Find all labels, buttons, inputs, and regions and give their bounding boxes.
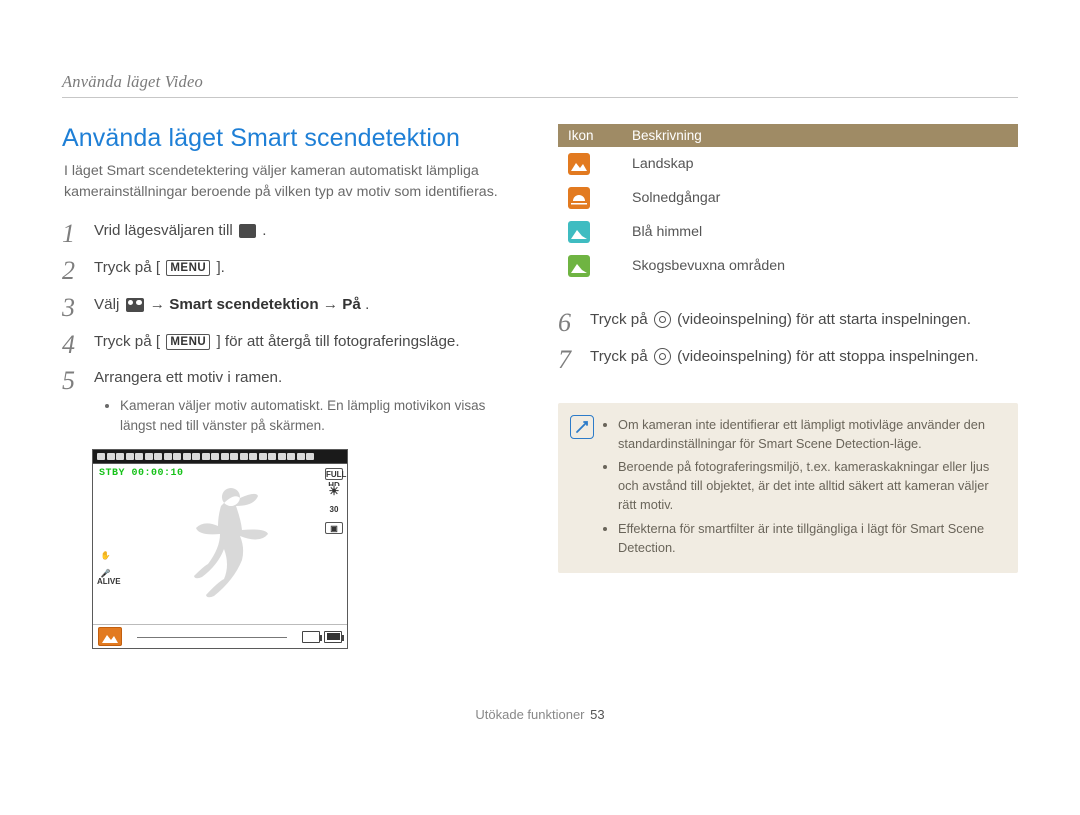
note-info-icon — [570, 415, 594, 439]
table-row: Blå himmel — [558, 215, 1018, 249]
menu-icon: MENU — [166, 334, 210, 350]
note-item: Effekterna för smartfilter är inte tillg… — [618, 519, 1004, 557]
camera-right-icons: FULL HD ☀ 30 ▣ — [325, 468, 343, 534]
step-4: Tryck på [ MENU ] för att återgå till fo… — [62, 331, 522, 354]
sunset-icon — [568, 187, 590, 209]
record-button-icon — [654, 311, 671, 328]
th-ikon: Ikon — [558, 124, 622, 147]
step-5-bullet: Kameran väljer motiv automatiskt. En läm… — [120, 396, 522, 435]
step-5: Arrangera ett motiv i ramen. Kameran väl… — [62, 367, 522, 435]
auto-video-icon — [239, 224, 256, 238]
camera-fps-icon: 30 — [325, 504, 343, 516]
step-6-text-a: Tryck på — [590, 311, 652, 328]
camera-sun-icon: ☀ — [325, 486, 343, 498]
step-3-bold-2: På — [342, 296, 361, 313]
table-row: Skogsbevuxna områden — [558, 249, 1018, 283]
step-7-text-b: (videoinspelning) för att stoppa inspeln… — [677, 348, 978, 365]
step-3-bold-1: Smart scendetektion — [169, 296, 318, 313]
step-3-arrow-1: → — [150, 296, 169, 313]
step-3: Välj → Smart scendetektion → På . — [62, 294, 522, 317]
step-6-text-b: (videoinspelning) för att starta inspeln… — [677, 311, 971, 328]
step-3-text-a: Välj — [94, 296, 124, 313]
step-7: Tryck på (videoinspelning) för att stopp… — [558, 346, 1018, 369]
table-row: Landskap — [558, 147, 1018, 181]
row-label: Skogsbevuxna områden — [622, 249, 1018, 283]
camera-left-icons: ✋ 🎤 ALIVE — [97, 552, 114, 586]
note-item: Beroende på fotograferingsmiljö, t.ex. k… — [618, 457, 1004, 515]
camera-film-strip — [93, 450, 347, 464]
footer-page-number: 53 — [590, 707, 604, 722]
camera-hand-icon: ✋ — [97, 552, 114, 560]
sky-icon — [568, 221, 590, 243]
step-3-arrow-2: → — [323, 296, 342, 313]
step-1-text-a: Vrid lägesväljaren till — [94, 222, 237, 239]
footer-label: Utökade funktioner — [475, 707, 584, 722]
step-2-text-a: Tryck på [ — [94, 259, 160, 276]
step-3-text-c: . — [365, 296, 369, 313]
camera-exposure-scale — [127, 632, 297, 642]
step-7-text-a: Tryck på — [590, 348, 652, 365]
camera-battery-icons — [302, 631, 342, 643]
step-1-text-b: . — [262, 222, 266, 239]
camera-fullhd-icon: FULL HD — [325, 468, 343, 480]
landscape-icon — [568, 153, 590, 175]
step-6: Tryck på (videoinspelning) för att start… — [558, 309, 1018, 332]
th-beskrivning: Beskrivning — [622, 124, 1018, 147]
step-2: Tryck på [ MENU ]. — [62, 257, 522, 280]
intro-text: I läget Smart scendetektering väljer kam… — [62, 161, 522, 202]
step-2-text-b: ]. — [216, 259, 224, 276]
camera-mic-icon: 🎤 ALIVE — [97, 570, 114, 586]
note-item: Om kameran inte identifierar ett lämplig… — [618, 415, 1004, 453]
scene-icon-table: Ikon Beskrivning Landskap — [558, 124, 1018, 283]
step-5-text: Arrangera ett motiv i ramen. — [94, 369, 282, 386]
page-title: Använda läget Smart scendetektion — [62, 124, 522, 153]
camera-scene-icon — [98, 627, 122, 646]
page-footer: Utökade funktioner 53 — [62, 707, 1018, 722]
menu-icon: MENU — [166, 260, 210, 276]
breadcrumb: Använda läget Video — [62, 72, 1018, 98]
camera-screenshot: STBY 00:00:10 FULL HD ☀ 30 ▣ ✋ 🎤 ALIVE — [92, 449, 348, 649]
step-4-text-a: Tryck på [ — [94, 333, 160, 350]
row-label: Landskap — [622, 147, 1018, 181]
record-button-icon — [654, 348, 671, 365]
table-row: Solnedgångar — [558, 181, 1018, 215]
movie-icon — [126, 298, 144, 312]
note-box: Om kameran inte identifierar ett lämplig… — [558, 403, 1018, 573]
camera-subject-silhouette — [185, 482, 275, 612]
forest-icon — [568, 255, 590, 277]
row-label: Blå himmel — [622, 215, 1018, 249]
row-label: Solnedgångar — [622, 181, 1018, 215]
step-4-text-b: ] för att återgå till fotograferingsläge… — [216, 333, 459, 350]
camera-stby-label: STBY 00:00:10 — [99, 468, 184, 479]
camera-metering-icon: ▣ — [325, 522, 343, 534]
step-1: Vrid lägesväljaren till . — [62, 220, 522, 243]
